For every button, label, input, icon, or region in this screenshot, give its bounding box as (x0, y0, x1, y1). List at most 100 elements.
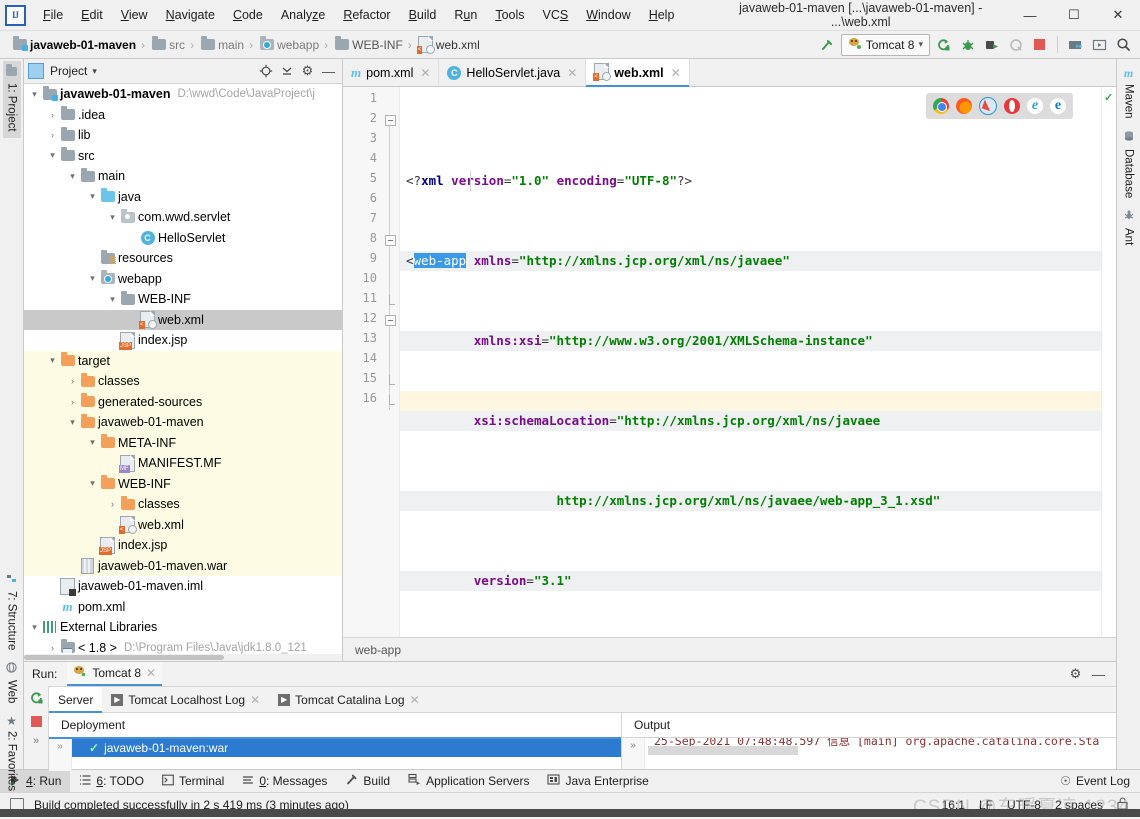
stop-server-button[interactable] (30, 716, 42, 727)
output-body[interactable]: » 25-Sep-2021 07:48:48.597 信息 [main] org… (622, 738, 1116, 769)
expand-arrow[interactable]: ▾ (86, 191, 99, 202)
expand-arrow[interactable]: ▾ (28, 622, 41, 633)
fold-marker-servlet[interactable] (385, 235, 396, 246)
stop-button[interactable] (1029, 34, 1050, 55)
tab-web-xml[interactable]: < web.xml ✕ (586, 59, 690, 87)
deployment-artifact-row[interactable]: ✓ javaweb-01-maven:war (71, 739, 621, 757)
expand-arrow[interactable]: ▾ (106, 294, 119, 305)
tree-row-idea[interactable]: › .idea (24, 105, 342, 126)
sidebar-item-ant[interactable]: Ant (1120, 204, 1138, 251)
sidebar-item-web[interactable]: Web (3, 656, 21, 709)
maximize-button[interactable]: ☐ (1052, 0, 1096, 30)
breadcrumb-item-webinf[interactable]: WEB-INF (330, 36, 406, 53)
output-expand-gutter[interactable]: » (622, 738, 645, 769)
editor-gutter[interactable]: 1 2 3 4 5 6 7 8 9 10 11 12 13 14 15 16 (343, 87, 400, 637)
debug-button[interactable] (957, 34, 978, 55)
close-icon[interactable]: ✕ (146, 666, 156, 680)
menu-file[interactable]: FFileile (34, 4, 72, 26)
tree-row-war[interactable]: javaweb-01-maven.war (24, 555, 342, 576)
select-in-button[interactable] (1089, 34, 1110, 55)
tree-row-manifest[interactable]: MF MANIFEST.MF (24, 453, 342, 474)
browser-launch-bar[interactable]: e e (926, 93, 1073, 119)
expand-arrow[interactable]: › (46, 643, 59, 653)
chrome-icon[interactable] (933, 98, 949, 114)
expand-arrow[interactable]: ▾ (28, 89, 41, 100)
breadcrumb-item-project[interactable]: javaweb-01-maven (8, 36, 139, 53)
fold-marker-webapp-end[interactable] (385, 395, 396, 406)
expand-arrow[interactable]: ▾ (86, 273, 99, 284)
internet-explorer-icon[interactable]: e (1027, 98, 1043, 114)
run-tab-tomcat[interactable]: Tomcat 8 ✕ (67, 662, 163, 686)
inspection-ok-icon[interactable]: ✓ (1104, 91, 1113, 104)
tree-row-lib[interactable]: › lib (24, 125, 342, 146)
locate-file-icon[interactable] (256, 62, 275, 81)
edge-icon[interactable]: e (1050, 98, 1066, 114)
tree-row-iml[interactable]: javaweb-01-maven.iml (24, 576, 342, 597)
close-icon[interactable]: ✕ (250, 693, 260, 707)
bottom-tab-java-enterprise[interactable]: Java Enterprise (538, 770, 657, 792)
tree-row-target-webxml[interactable]: < web.xml (24, 514, 342, 535)
expand-arrow[interactable]: ▾ (86, 437, 99, 448)
fold-marker-mapping[interactable] (385, 315, 396, 326)
project-structure-button[interactable] (1065, 34, 1086, 55)
hide-run-panel-icon[interactable]: — (1089, 665, 1108, 684)
close-icon[interactable]: ✕ (567, 66, 577, 80)
tree-row-target-webinf[interactable]: ▾ WEB-INF (24, 473, 342, 494)
sidebar-item-maven[interactable]: m Maven (1120, 61, 1138, 125)
tree-row-meta-inf[interactable]: ▾ META-INF (24, 432, 342, 453)
deployment-expand-gutter[interactable]: » (49, 739, 72, 771)
expand-icon[interactable]: » (57, 741, 63, 771)
menu-tools[interactable]: Tools (486, 4, 533, 26)
gear-icon[interactable]: ⚙ (298, 62, 317, 81)
breadcrumb-item-main[interactable]: main (196, 36, 247, 53)
rerun-button[interactable] (933, 34, 954, 55)
expand-arrow[interactable]: ▾ (46, 355, 59, 366)
tree-row-webxml-selected[interactable]: < web.xml (24, 309, 342, 330)
event-log-label[interactable]: Event Log (1076, 774, 1130, 788)
tree-row-external-libraries[interactable]: ▾ External Libraries (24, 617, 342, 638)
expand-arrow[interactable]: ▾ (106, 212, 119, 223)
close-icon[interactable]: ✕ (420, 66, 430, 80)
tree-row-java[interactable]: ▾ java (24, 187, 342, 208)
expand-arrow[interactable]: › (46, 130, 59, 140)
menu-edit[interactable]: Edit (72, 4, 112, 26)
bottom-tab-todo[interactable]: 6: TODO (70, 770, 153, 792)
tree-row-target-webinf-classes[interactable]: › classes (24, 494, 342, 515)
bottom-tab-messages[interactable]: 0: Messages (233, 770, 336, 792)
sidebar-item-database[interactable]: Database (1120, 125, 1138, 204)
tree-row-webapp[interactable]: ▾ webapp (24, 269, 342, 290)
menu-vcs[interactable]: VCS (534, 4, 578, 26)
chevron-down-icon[interactable]: ▾ (92, 66, 97, 77)
fold-marker-servlet-end[interactable] (385, 295, 396, 306)
firefox-icon[interactable] (956, 98, 972, 114)
bottom-tab-build[interactable]: Build (336, 770, 399, 792)
search-everywhere-icon[interactable] (1113, 34, 1134, 55)
tree-row-target[interactable]: ▾ target (24, 350, 342, 371)
tree-row-target-indexjsp[interactable]: JSP index.jsp (24, 535, 342, 556)
fold-marker-webapp[interactable] (385, 115, 396, 410)
breadcrumb-item-webxml[interactable]: < web.xml (414, 35, 483, 54)
menu-navigate[interactable]: Navigate (157, 4, 224, 26)
build-hammer-icon[interactable] (817, 34, 838, 55)
editor-marker-rail[interactable]: ✓ (1101, 87, 1116, 637)
menu-view[interactable]: View (112, 4, 157, 26)
expand-arrow[interactable]: ▾ (66, 171, 79, 182)
menu-help[interactable]: Help (640, 4, 684, 26)
rerun-server-button[interactable] (29, 690, 44, 708)
collapse-all-icon[interactable] (277, 62, 296, 81)
tree-row-src[interactable]: ▾ src (24, 146, 342, 167)
run-with-coverage-button[interactable] (981, 34, 1002, 55)
breadcrumb-item-src[interactable]: src (147, 36, 188, 53)
tree-row-target-javaweb[interactable]: ▾ javaweb-01-maven (24, 412, 342, 433)
tree-row-generated-sources[interactable]: › generated-sources (24, 391, 342, 412)
menu-analyze[interactable]: Analyze (272, 4, 334, 26)
minimize-button[interactable]: — (1008, 0, 1052, 30)
sidebar-item-structure[interactable]: 7: Structure (3, 568, 21, 656)
hide-panel-icon[interactable]: — (319, 62, 338, 81)
expand-icon[interactable]: » (630, 740, 636, 769)
bottom-tab-terminal[interactable]: Terminal (153, 770, 233, 792)
menu-build[interactable]: Build (400, 4, 446, 26)
tree-row-pom[interactable]: m pom.xml (24, 597, 342, 618)
tree-row-indexjsp[interactable]: JSP index.jsp (24, 330, 342, 351)
expand-arrow[interactable]: › (66, 397, 79, 407)
